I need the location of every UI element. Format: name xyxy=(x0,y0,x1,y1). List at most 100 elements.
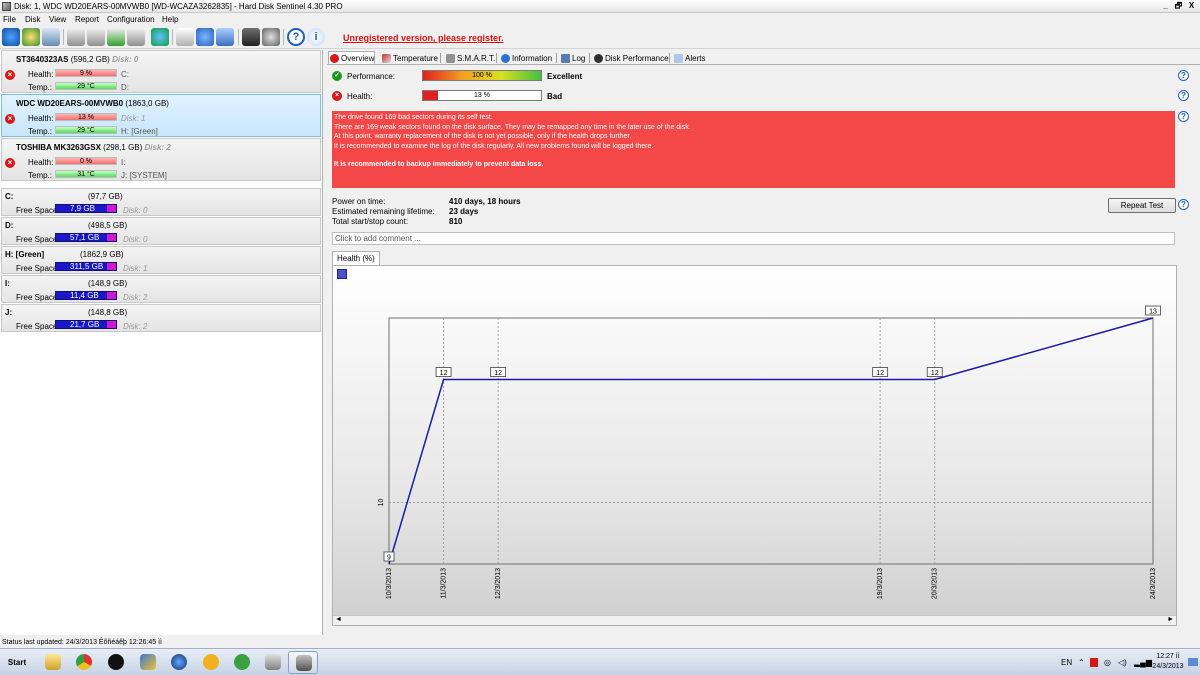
x-tick-label: 11/3/2013 xyxy=(440,568,447,599)
power-on-label: Power on time: xyxy=(332,197,386,206)
clock[interactable]: 12:27 ìì 24/3/2013 xyxy=(1150,652,1186,672)
disk-info-icon[interactable] xyxy=(22,28,40,46)
disk-item[interactable]: TOSHIBA MK3263GSX (298,1 GB) Disk: 2 × H… xyxy=(1,138,321,181)
document-icon[interactable] xyxy=(176,28,194,46)
data-label: 9 xyxy=(387,555,391,562)
hard-disk-sentinel-icon xyxy=(296,655,312,671)
help-icon[interactable]: ? xyxy=(1178,70,1189,81)
disk-number: Disk: 2 xyxy=(144,143,171,152)
sync-icon[interactable] xyxy=(196,28,214,46)
minimize-button[interactable]: _ xyxy=(1160,1,1171,11)
tab-label: Overview xyxy=(341,54,375,63)
help-icon[interactable]: ? xyxy=(1178,90,1189,101)
volume-name: H: [Green] xyxy=(5,250,45,259)
scroll-left-arrow[interactable]: ◄ xyxy=(335,616,342,623)
taskbar-app[interactable] xyxy=(258,651,288,674)
drive-letter: J: [SYSTEM] xyxy=(121,171,167,180)
ok-icon: ✓ xyxy=(332,71,342,81)
tab-disk-performance[interactable]: Disk Performance xyxy=(592,51,670,64)
drive-letter: H: [Green] xyxy=(121,127,158,136)
volume-item[interactable]: J: (148,8 GB) Free Space 21,7 GB Disk: 2 xyxy=(1,304,321,332)
health-chart: 10 10/3/2013 11/3/2013 12/3/2013 19/3/2013 20… xyxy=(378,305,1161,599)
x-tick-label: 20/3/2013 xyxy=(932,568,939,599)
app-icon xyxy=(140,654,156,670)
volume-icon[interactable]: ◁) xyxy=(1118,658,1127,667)
unregistered-link[interactable]: Unregistered version, please register. xyxy=(343,33,504,43)
start-button[interactable]: Start xyxy=(1,653,33,672)
health-bar: 13 % xyxy=(55,113,117,121)
tab-label: Alerts xyxy=(685,54,706,63)
tray-app-icon[interactable]: ◎ xyxy=(1104,658,1111,667)
test-ok-icon[interactable] xyxy=(107,28,125,46)
volume-item[interactable]: I: (148,9 GB) Free Space 11,4 GB Disk: 2 xyxy=(1,275,321,303)
test-icon[interactable] xyxy=(67,28,85,46)
volume-item[interactable]: C: (97,7 GB) Free Space 7,9 GB Disk: 0 xyxy=(1,188,321,216)
monitor-icon[interactable] xyxy=(242,28,260,46)
lifetime-label: Estimated remaining lifetime: xyxy=(332,207,435,216)
comment-input[interactable]: Click to add comment ... xyxy=(332,232,1175,245)
taskbar-app[interactable] xyxy=(101,651,131,674)
volume-size: (148,8 GB) xyxy=(88,308,128,317)
free-space-value: 11,4 GB xyxy=(70,291,99,300)
error-icon xyxy=(330,54,339,63)
tab-temperature[interactable]: Temperature xyxy=(380,51,439,64)
info-icon[interactable]: i xyxy=(307,28,325,46)
performance-text: Excellent xyxy=(547,72,583,81)
error-icon: × xyxy=(5,158,15,168)
menu-configuration[interactable]: Configuration xyxy=(107,15,155,24)
taskbar-utorrent[interactable] xyxy=(227,651,257,674)
disk-item-selected[interactable]: WDC WD20EARS-00MVWB0 (1863,0 GB) × Healt… xyxy=(1,94,321,137)
send-icon[interactable] xyxy=(216,28,234,46)
taskbar-app[interactable] xyxy=(133,651,163,674)
refresh-icon[interactable] xyxy=(2,28,20,46)
menu-report[interactable]: Report xyxy=(75,15,99,24)
disk-item[interactable]: ST3640323AS (596,2 GB) Disk: 0 × Health:… xyxy=(1,50,321,93)
show-desktop-icon[interactable] xyxy=(1188,658,1198,666)
tab-alerts[interactable]: Alerts xyxy=(672,51,706,64)
scroll-right-arrow[interactable]: ► xyxy=(1167,616,1174,623)
alert-line: There are 169 weak sectors found on the … xyxy=(334,123,691,131)
help-icon[interactable]: ? xyxy=(1178,111,1189,122)
tab-label: S.M.A.R.T. xyxy=(457,54,496,63)
taskbar-app[interactable] xyxy=(164,651,194,674)
tab-log[interactable]: Log xyxy=(559,51,586,64)
details-panel: Overview Temperature S.M.A.R.T. Informat… xyxy=(327,50,1200,635)
language-indicator[interactable]: EN xyxy=(1061,658,1072,667)
menu-view[interactable]: View xyxy=(49,15,66,24)
free-space-value: 21,7 GB xyxy=(70,320,100,329)
tray-sentinel-icon[interactable] xyxy=(1090,658,1098,667)
volume-size: (498,5 GB) xyxy=(88,221,128,230)
tab-smart[interactable]: S.M.A.R.T. xyxy=(444,51,496,64)
volume-item[interactable]: H: [Green] (1862,9 GB) Free Space 311,5 … xyxy=(1,246,321,274)
tray-expand-icon[interactable]: ⌃ xyxy=(1078,658,1085,667)
report-icon[interactable] xyxy=(42,28,60,46)
test-extended-icon[interactable] xyxy=(127,28,145,46)
close-button[interactable]: X xyxy=(1186,1,1197,11)
free-space-bar: 11,4 GB xyxy=(55,291,117,300)
settings-icon[interactable] xyxy=(262,28,280,46)
volume-item[interactable]: D: (498,5 GB) Free Space 57,1 GB Disk: 0 xyxy=(1,217,321,245)
taskbar-chrome[interactable] xyxy=(69,651,99,674)
tab-information[interactable]: Information xyxy=(499,51,553,64)
menu-file[interactable]: File xyxy=(3,15,16,24)
taskbar-explorer[interactable] xyxy=(38,651,68,674)
tab-overview[interactable]: Overview xyxy=(328,51,376,64)
alerts-icon xyxy=(674,54,683,63)
globe-icon[interactable] xyxy=(151,28,169,46)
horizontal-scrollbar[interactable]: ◄ ► xyxy=(333,615,1176,625)
power-on-value: 410 days, 18 hours xyxy=(449,197,521,206)
taskbar-hard-disk-sentinel[interactable] xyxy=(288,651,318,674)
help-icon[interactable]: ? xyxy=(1178,199,1189,210)
menu-disk[interactable]: Disk xyxy=(25,15,41,24)
taskbar-app[interactable] xyxy=(196,651,226,674)
test-surface-icon[interactable] xyxy=(87,28,105,46)
graph-tab-health[interactable]: Health (%) xyxy=(332,251,380,265)
tab-label: Log xyxy=(572,54,586,63)
repeat-test-button[interactable]: Repeat Test xyxy=(1108,198,1176,213)
free-space-label: Free Space xyxy=(16,322,58,331)
restore-button[interactable]: 🗗 xyxy=(1173,1,1184,11)
error-icon: × xyxy=(332,91,342,101)
x-tick-label: 19/3/2013 xyxy=(877,568,884,599)
menu-help[interactable]: Help xyxy=(162,15,178,24)
help-icon[interactable]: ? xyxy=(287,28,305,46)
